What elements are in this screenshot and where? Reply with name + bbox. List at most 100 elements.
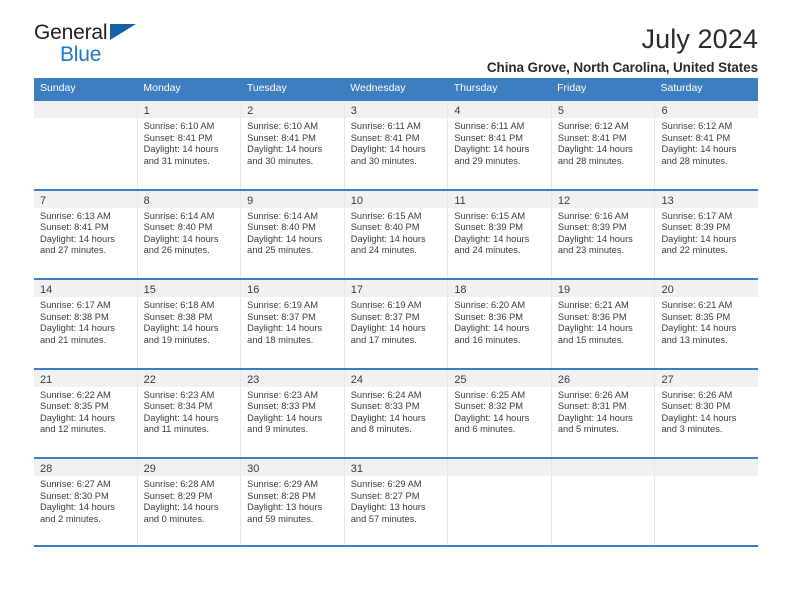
day-number: 12 — [557, 194, 571, 207]
day-number-band: 13 — [655, 190, 759, 208]
sunrise-text: Sunrise: 6:18 AM — [143, 300, 215, 310]
sunrise-text: Sunrise: 6:29 AM — [350, 479, 422, 489]
daylight-text-line2: and 15 minutes. — [557, 334, 625, 345]
sunrise-text: Sunrise: 6:23 AM — [247, 389, 318, 400]
daylight-text-line2: and 8 minutes. — [350, 424, 412, 435]
sunrise-text: Sunrise: 6:10 AM — [247, 121, 318, 131]
day-number: 17 — [350, 284, 363, 296]
day-details: Sunrise: 6:29 AM Sunset: 8:27 PM Daylight:… — [345, 476, 448, 525]
day-number: 20 — [661, 284, 674, 296]
day-number-band: 24 — [344, 369, 448, 387]
daylight-text-line1: Daylight: 14 hours — [143, 323, 219, 334]
daylight-text-line1: Daylight: 14 hours — [40, 502, 115, 513]
calendar-day-cell[interactable]: 16 Sunrise: 6:19 AM Sunset: 8:37 PM Dayligh… — [241, 280, 345, 368]
daylight-text-line1: Daylight: 14 hours — [661, 233, 737, 244]
calendar-day-cell-empty — [655, 459, 759, 545]
day-number-band: 17 — [344, 280, 448, 297]
calendar-day-cell[interactable]: 14 Sunrise: 6:17 AM Sunset: 8:38 PM Dayligh… — [34, 280, 138, 368]
calendar-day-cell[interactable]: 7 Sunrise: 6:13 AM Sunset: 8:41 PM Daylight… — [34, 190, 138, 278]
calendar-day-cell[interactable]: 6 Sunrise: 6:12 AM Sunset: 8:41 PM Daylight… — [655, 101, 759, 189]
day-number: 8 — [143, 194, 150, 207]
daylight-text-line1: Daylight: 14 hours — [247, 323, 323, 334]
calendar-day-cell[interactable]: 29 Sunrise: 6:28 AM Sunset: 8:29 PM Dayligh… — [137, 459, 242, 545]
calendar-week-row: 28 Sunrise: 6:27 AM Sunset: 8:30 PM Dayligh… — [34, 457, 759, 547]
calendar-day-cell[interactable]: 27 Sunrise: 6:26 AM Sunset: 8:30 PM Dayligh… — [655, 369, 759, 457]
sunrise-text: Sunrise: 6:26 AM — [557, 389, 629, 400]
sunrise-text: Sunrise: 6:22 AM — [40, 389, 111, 400]
day-number: 21 — [40, 373, 53, 386]
calendar-day-cell[interactable]: 28 Sunrise: 6:27 AM Sunset: 8:30 PM Dayligh… — [34, 459, 138, 545]
day-details: Sunrise: 6:11 AM Sunset: 8:41 PM Daylight:… — [448, 118, 551, 167]
calendar-day-cell[interactable]: 25 Sunrise: 6:25 AM Sunset: 8:32 PM Dayligh… — [448, 369, 552, 457]
sunrise-text: Sunrise: 6:24 AM — [350, 389, 422, 400]
daylight-text-line2: and 6 minutes. — [454, 424, 516, 435]
sunset-text: Sunset: 8:31 PM — [557, 401, 627, 412]
daylight-text-line2: and 29 minutes. — [454, 155, 521, 166]
day-number: 15 — [143, 284, 156, 296]
day-details: Sunrise: 6:11 AM Sunset: 8:41 PM Daylight:… — [345, 118, 448, 167]
sunset-text: Sunset: 8:30 PM — [40, 490, 109, 501]
sunrise-text: Sunrise: 6:28 AM — [143, 479, 215, 489]
calendar-day-cell[interactable]: 26 Sunrise: 6:26 AM Sunset: 8:31 PM Dayligh… — [551, 369, 656, 457]
sunrise-text: Sunrise: 6:23 AM — [143, 389, 215, 400]
day-details: Sunrise: 6:17 AM Sunset: 8:38 PM Daylight:… — [34, 297, 137, 346]
calendar-day-cell[interactable]: 18 Sunrise: 6:20 AM Sunset: 8:36 PM Dayligh… — [448, 280, 552, 368]
calendar-day-cell[interactable]: 3 Sunrise: 6:11 AM Sunset: 8:41 PM Daylight… — [344, 101, 449, 189]
daylight-text-line2: and 18 minutes. — [247, 334, 314, 345]
day-number: 22 — [143, 373, 156, 386]
day-details — [448, 476, 551, 479]
calendar-day-cell[interactable]: 5 Sunrise: 6:12 AM Sunset: 8:41 PM Daylight… — [551, 101, 656, 189]
sunrise-text: Sunrise: 6:17 AM — [40, 300, 111, 310]
calendar-day-cell[interactable]: 13 Sunrise: 6:17 AM Sunset: 8:39 PM Dayligh… — [655, 190, 759, 278]
calendar-day-cell[interactable]: 17 Sunrise: 6:19 AM Sunset: 8:37 PM Dayligh… — [344, 280, 449, 368]
weekday-header-monday: Monday — [143, 82, 181, 94]
day-details: Sunrise: 6:18 AM Sunset: 8:38 PM Daylight:… — [138, 297, 241, 346]
calendar-day-cell[interactable]: 23 Sunrise: 6:23 AM Sunset: 8:33 PM Dayligh… — [241, 369, 345, 457]
sunset-text: Sunset: 8:41 PM — [557, 132, 627, 143]
daylight-text-line2: and 26 minutes. — [143, 245, 210, 256]
day-number: 29 — [143, 463, 156, 475]
calendar-day-cell[interactable]: 4 Sunrise: 6:11 AM Sunset: 8:41 PM Daylight… — [448, 101, 552, 189]
sunrise-text: Sunrise: 6:21 AM — [557, 300, 629, 310]
calendar-day-cell[interactable]: 9 Sunrise: 6:14 AM Sunset: 8:40 PM Daylight… — [241, 190, 345, 278]
daylight-text-line1: Daylight: 14 hours — [661, 323, 737, 334]
sunrise-text: Sunrise: 6:12 AM — [557, 121, 629, 131]
day-number-band: 31 — [344, 459, 448, 476]
day-number-band: 30 — [241, 459, 344, 476]
calendar-day-cell[interactable]: 22 Sunrise: 6:23 AM Sunset: 8:34 PM Dayligh… — [137, 369, 242, 457]
sunrise-text: Sunrise: 6:26 AM — [661, 389, 733, 400]
sunset-text: Sunset: 8:39 PM — [557, 222, 627, 233]
calendar-day-cell[interactable]: 1 Sunrise: 6:10 AM Sunset: 8:41 PM Daylight… — [137, 101, 242, 189]
daylight-text-line2: and 25 minutes. — [247, 245, 314, 256]
day-details: Sunrise: 6:16 AM Sunset: 8:39 PM Daylight:… — [552, 208, 655, 257]
weekday-header-tuesday: Tuesday — [246, 82, 287, 94]
calendar-day-cell[interactable]: 11 Sunrise: 6:15 AM Sunset: 8:39 PM Dayligh… — [448, 190, 552, 278]
day-number-band: 8 — [137, 190, 241, 208]
daylight-text-line2: and 3 minutes. — [661, 424, 723, 435]
calendar-week-row: 1 Sunrise: 6:10 AM Sunset: 8:41 PM Daylight… — [34, 99, 759, 189]
calendar-day-cell[interactable]: 15 Sunrise: 6:18 AM Sunset: 8:38 PM Dayligh… — [137, 280, 242, 368]
daylight-text-line2: and 0 minutes. — [143, 513, 205, 524]
calendar-day-cell[interactable]: 20 Sunrise: 6:21 AM Sunset: 8:35 PM Dayligh… — [655, 280, 759, 368]
calendar-day-cell[interactable]: 31 Sunrise: 6:29 AM Sunset: 8:27 PM Dayligh… — [344, 459, 449, 545]
brand-logo[interactable]: General Blue — [34, 22, 234, 70]
daylight-text-line1: Daylight: 14 hours — [661, 144, 737, 155]
day-number-band: 15 — [137, 280, 241, 297]
calendar-day-cell[interactable]: 10 Sunrise: 6:15 AM Sunset: 8:40 PM Dayligh… — [344, 190, 449, 278]
calendar-day-cell[interactable]: 19 Sunrise: 6:21 AM Sunset: 8:36 PM Dayligh… — [551, 280, 656, 368]
daylight-text-line2: and 24 minutes. — [350, 245, 417, 256]
daylight-text-line1: Daylight: 14 hours — [40, 323, 115, 334]
calendar-day-cell[interactable]: 24 Sunrise: 6:24 AM Sunset: 8:33 PM Dayligh… — [344, 369, 449, 457]
calendar-weeks: 1 Sunrise: 6:10 AM Sunset: 8:41 PM Daylight… — [34, 99, 759, 547]
day-number-band: 18 — [448, 280, 551, 297]
calendar-day-cell[interactable]: 21 Sunrise: 6:22 AM Sunset: 8:35 PM Dayligh… — [34, 369, 138, 457]
daylight-text-line2: and 31 minutes. — [143, 155, 210, 166]
calendar-day-cell[interactable]: 12 Sunrise: 6:16 AM Sunset: 8:39 PM Dayligh… — [551, 190, 656, 278]
sunset-text: Sunset: 8:27 PM — [350, 490, 420, 501]
calendar-grid: Sunday Monday Tuesday Wednesday Thursday… — [34, 78, 759, 547]
daylight-text-line2: and 12 minutes. — [40, 424, 107, 435]
calendar-day-cell[interactable]: 30 Sunrise: 6:29 AM Sunset: 8:28 PM Dayligh… — [241, 459, 345, 545]
daylight-text-line1: Daylight: 14 hours — [143, 502, 219, 513]
calendar-day-cell[interactable]: 2 Sunrise: 6:10 AM Sunset: 8:41 PM Daylight… — [241, 101, 345, 189]
calendar-day-cell[interactable]: 8 Sunrise: 6:14 AM Sunset: 8:40 PM Daylight… — [137, 190, 242, 278]
